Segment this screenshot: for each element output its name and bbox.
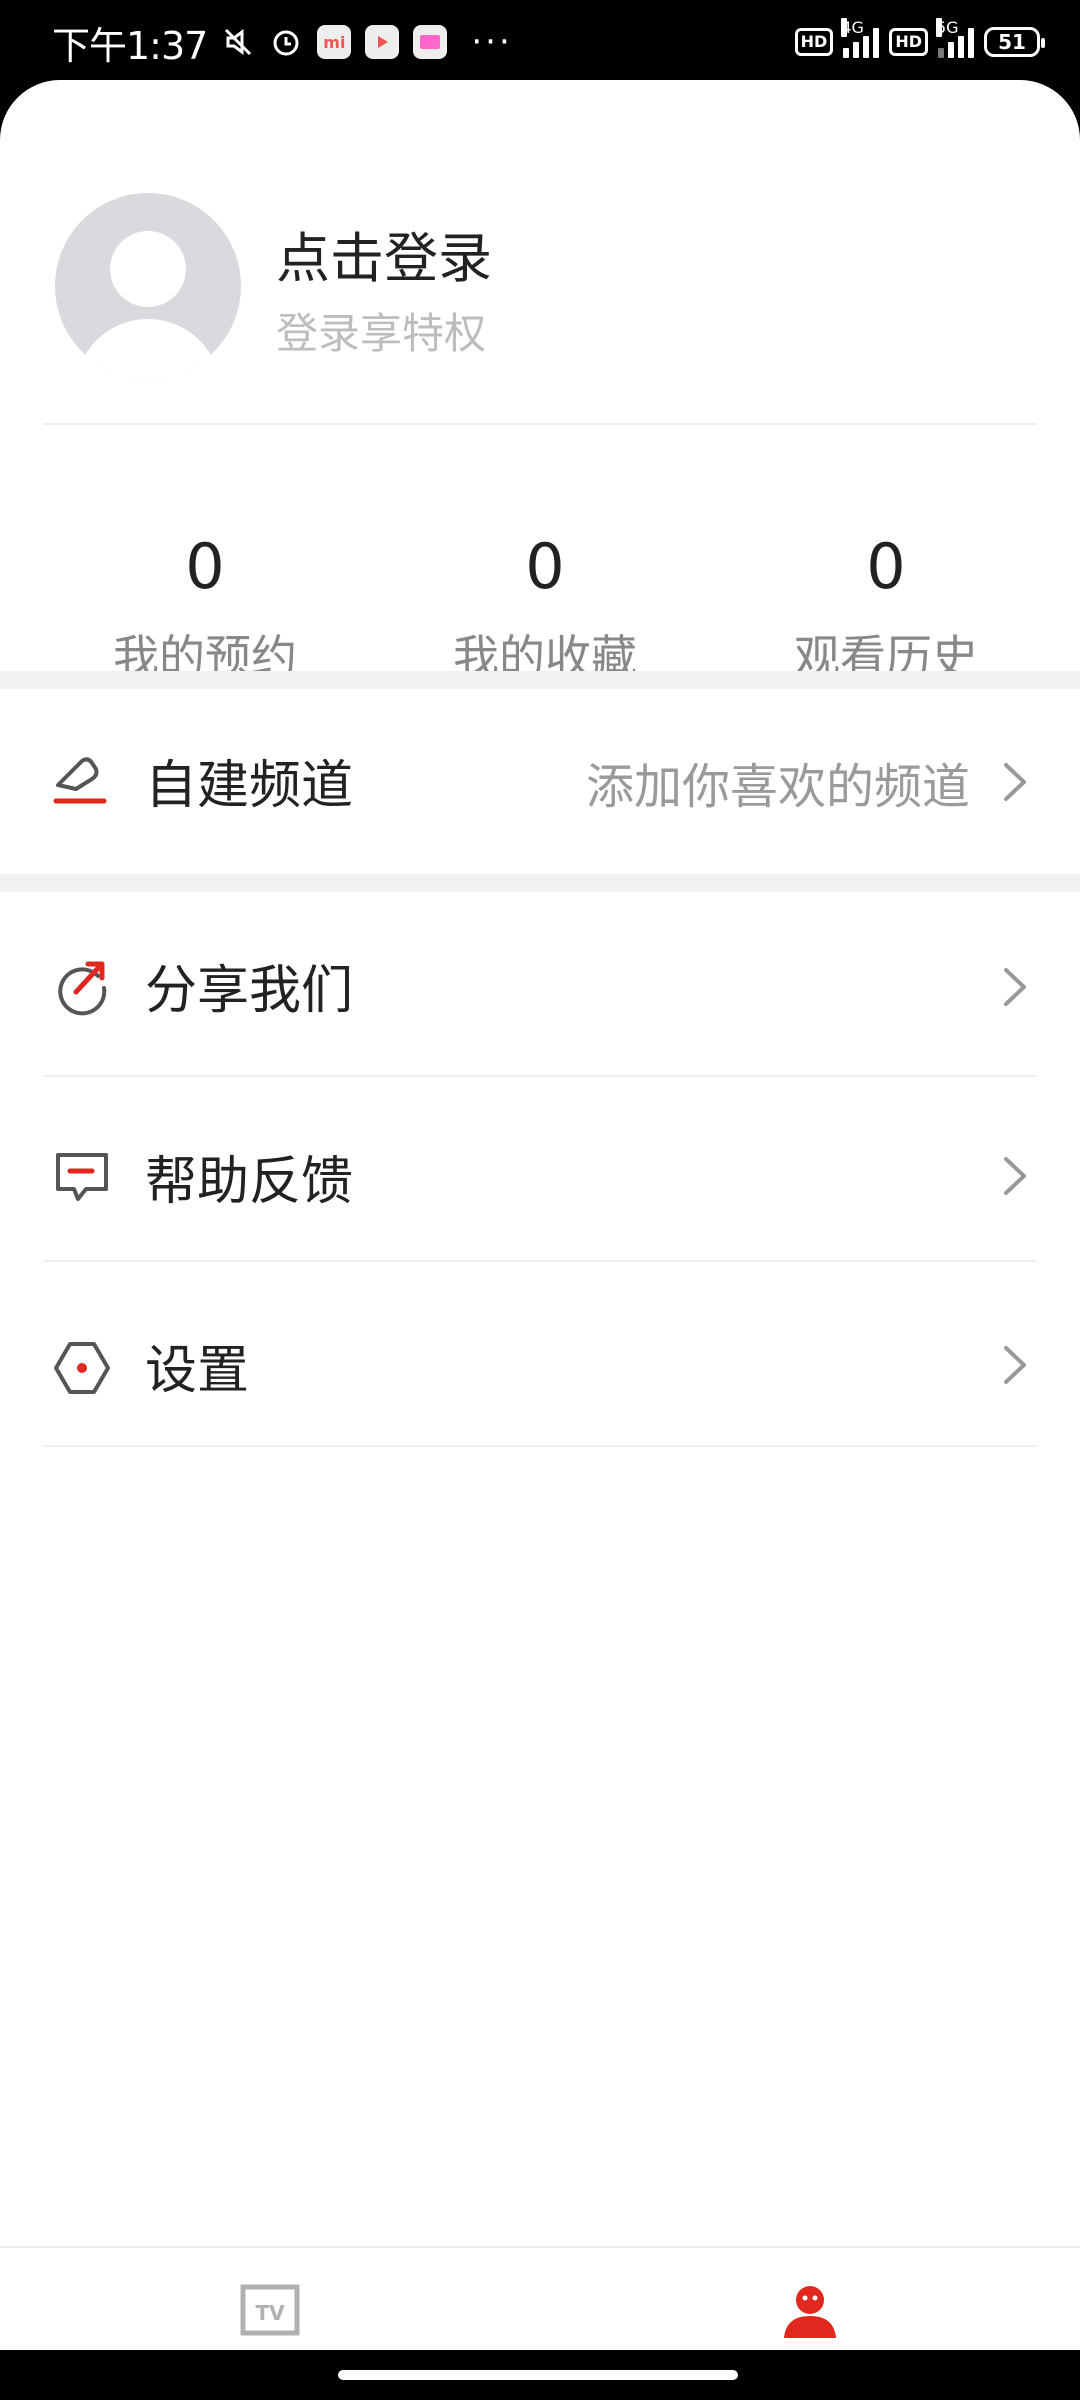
stats-row: 0 我的预约 0 我的收藏 0 观看历史 xyxy=(0,425,1080,685)
tab-tv[interactable]: TV 电视 xyxy=(0,2248,540,2350)
chevron-right-icon xyxy=(998,1342,1032,1388)
home-indicator[interactable] xyxy=(338,2370,738,2380)
mail-app-icon xyxy=(413,25,448,59)
chevron-right-icon xyxy=(998,964,1032,1010)
edit-icon xyxy=(52,751,112,811)
alarm-icon xyxy=(269,25,303,59)
status-bar: 下午1:37 mi ··· HD 4G HD 5G 51 xyxy=(0,0,1080,80)
avatar[interactable] xyxy=(55,193,241,379)
video-app-icon xyxy=(365,25,400,59)
stat-history[interactable]: 0 观看历史 xyxy=(716,425,1056,687)
chevron-right-icon xyxy=(998,1153,1032,1199)
menu-label: 自建频道 xyxy=(145,756,354,816)
login-subtitle: 登录享特权 xyxy=(276,309,487,358)
menu-label: 分享我们 xyxy=(145,961,354,1021)
profile-icon xyxy=(780,2284,840,2340)
tab-mine[interactable]: 我的 xyxy=(540,2248,1080,2350)
section-gap xyxy=(0,671,1080,689)
menu-hint: 添加你喜欢的频道 xyxy=(585,759,970,815)
stat-value: 0 xyxy=(866,530,906,603)
divider xyxy=(43,1445,1037,1447)
tv-icon: TV xyxy=(240,2284,300,2340)
stat-reservations[interactable]: 0 我的预约 xyxy=(35,425,375,687)
mute-icon xyxy=(221,25,255,59)
stat-value: 0 xyxy=(185,530,225,603)
hd-badge-2: HD xyxy=(889,28,928,56)
menu-label: 设置 xyxy=(145,1341,250,1401)
menu-feedback[interactable]: 帮助反馈 xyxy=(0,1077,1080,1262)
stat-value: 0 xyxy=(525,530,565,603)
stat-favorites[interactable]: 0 我的收藏 xyxy=(375,425,715,687)
system-nav-bar xyxy=(0,2350,1080,2400)
battery-icon: 51 xyxy=(984,27,1045,57)
hd-badge: HD xyxy=(794,28,834,56)
mi-app-icon: mi xyxy=(317,25,352,59)
svg-text:TV: TV xyxy=(255,2301,285,2325)
share-icon xyxy=(52,956,112,1016)
settings-icon xyxy=(52,1338,112,1398)
section-gap xyxy=(0,874,1080,892)
feedback-icon xyxy=(52,1149,112,1209)
menu-label: 帮助反馈 xyxy=(145,1152,354,1212)
more-notifications: ··· xyxy=(471,22,513,62)
profile-page: 点击登录 登录享特权 0 我的预约 0 我的收藏 0 观看历史 自建频道 添加你… xyxy=(0,80,1080,2350)
signal-icon-2: 5G xyxy=(936,18,974,58)
menu-share[interactable]: 分享我们 xyxy=(0,892,1080,1077)
login-title[interactable]: 点击登录 xyxy=(276,214,492,293)
signal-icon-1: 4G xyxy=(841,18,880,58)
chevron-right-icon xyxy=(998,759,1032,805)
bottom-tab-bar: TV 电视 我的 xyxy=(0,2246,1080,2350)
menu-custom-channel[interactable]: 自建频道 添加你喜欢的频道 xyxy=(0,689,1080,874)
status-time: 下午1:37 xyxy=(52,23,208,68)
menu-settings[interactable]: 设置 xyxy=(0,1262,1080,1447)
login-header[interactable]: 点击登录 登录享特权 xyxy=(0,80,1080,425)
